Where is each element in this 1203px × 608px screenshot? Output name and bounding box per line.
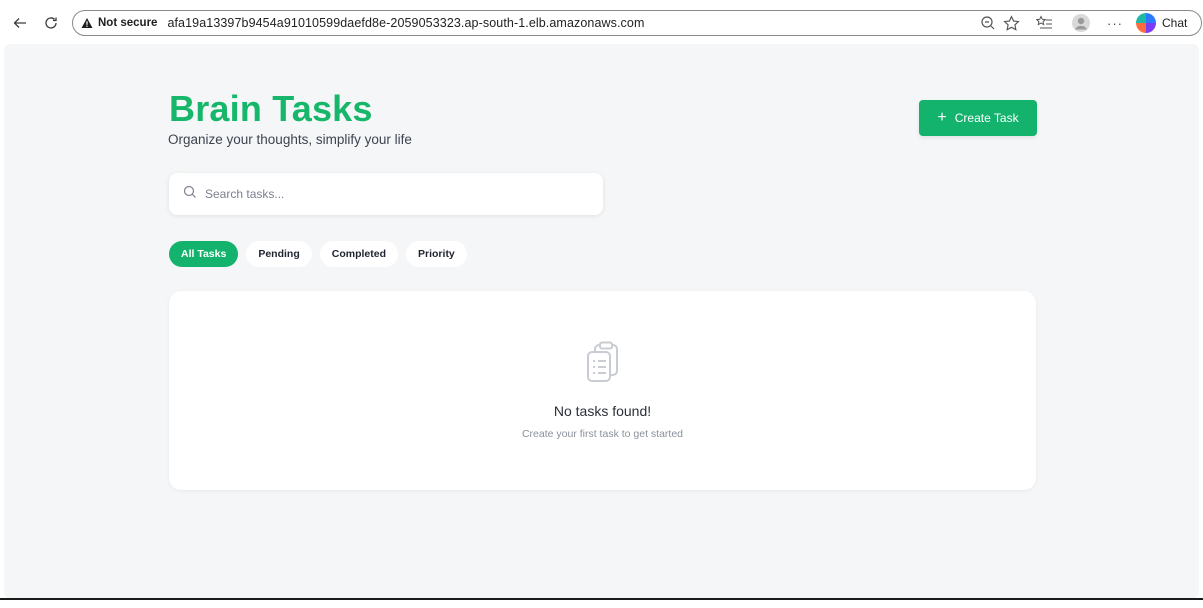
warning-icon <box>81 17 93 29</box>
filter-priority[interactable]: Priority <box>406 241 467 267</box>
create-task-label: Create Task <box>954 111 1019 125</box>
app-tagline: Organize your thoughts, simplify your li… <box>168 132 412 147</box>
back-icon[interactable] <box>9 12 31 34</box>
filter-all-tasks[interactable]: All Tasks <box>169 241 239 267</box>
app-title: Brain Tasks <box>169 88 373 129</box>
clipboard-icon <box>583 341 623 383</box>
favorite-star-icon[interactable] <box>1000 12 1022 34</box>
search-box[interactable] <box>169 173 603 215</box>
filter-tabs: All Tasks Pending Completed Priority <box>169 241 467 267</box>
page-viewport: Brain Tasks Organize your thoughts, simp… <box>4 44 1199 598</box>
chat-label: Chat <box>1162 16 1188 30</box>
copilot-icon <box>1136 13 1156 33</box>
filter-completed[interactable]: Completed <box>319 241 399 267</box>
more-icon[interactable]: ··· <box>1104 12 1126 34</box>
search-icon <box>183 185 197 204</box>
search-input[interactable] <box>205 187 565 201</box>
create-task-button[interactable]: + Create Task <box>919 100 1037 136</box>
url-text[interactable]: afa19a13397b9454a91010599daefd8e-2059053… <box>167 16 644 30</box>
window-border <box>0 598 1203 608</box>
profile-icon[interactable] <box>1070 12 1092 34</box>
empty-state-card: No tasks found! Create your first task t… <box>169 291 1036 490</box>
chat-button[interactable]: Chat <box>1136 12 1187 34</box>
empty-state-subtitle: Create your first task to get started <box>521 428 684 440</box>
browser-toolbar: Not secure afa19a13397b9454a91010599daef… <box>0 0 1203 44</box>
favorites-list-icon[interactable] <box>1033 12 1055 34</box>
zoom-icon[interactable] <box>977 12 999 34</box>
security-indicator[interactable]: Not secure <box>98 17 157 29</box>
reload-icon[interactable] <box>40 12 62 34</box>
plus-icon: + <box>937 109 947 126</box>
filter-pending[interactable]: Pending <box>246 241 312 267</box>
empty-state-title: No tasks found! <box>553 403 652 419</box>
